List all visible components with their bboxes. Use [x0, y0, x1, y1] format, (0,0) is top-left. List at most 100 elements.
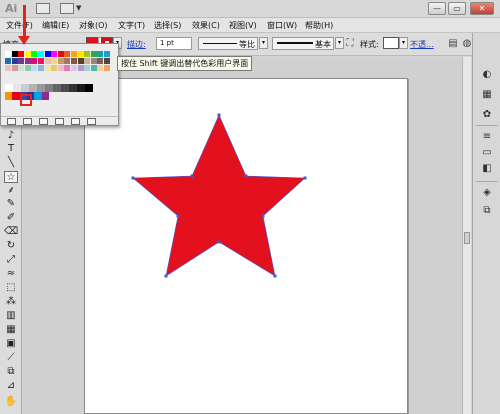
- menu-select[interactable]: 选择(S): [154, 20, 181, 31]
- gray-swatch[interactable]: [53, 84, 61, 92]
- swatch-cell[interactable]: [97, 51, 104, 57]
- brush-dropdown-icon[interactable]: ▾: [335, 37, 344, 49]
- swatch-cell[interactable]: [104, 58, 110, 64]
- swatch-cell[interactable]: [77, 58, 84, 64]
- swatch-cell[interactable]: [5, 65, 11, 71]
- warp-icon[interactable]: ≈: [4, 268, 18, 280]
- swatch-cell[interactable]: [51, 65, 58, 71]
- group-swatch[interactable]: [34, 92, 42, 100]
- swatch-cell[interactable]: [71, 65, 77, 71]
- swatch-cell[interactable]: [18, 51, 25, 57]
- anchor-point[interactable]: [190, 174, 194, 178]
- slice-icon[interactable]: ⊿: [4, 380, 18, 392]
- swatch-cell[interactable]: [11, 51, 18, 57]
- arrange-documents-icon[interactable]: [60, 3, 74, 14]
- profile-dropdown-icon[interactable]: ▾: [259, 37, 268, 49]
- swatch-panel-icon[interactable]: ▦: [481, 89, 493, 101]
- swatch-cell[interactable]: [84, 51, 91, 57]
- menu-object[interactable]: 对象(O): [79, 20, 108, 31]
- graph-icon[interactable]: ▥: [4, 310, 18, 322]
- gray-swatch[interactable]: [45, 84, 53, 92]
- gray-swatch[interactable]: [13, 84, 21, 92]
- symbol-sprayer-icon[interactable]: ⁂: [4, 296, 18, 308]
- swatch-cell[interactable]: [44, 51, 51, 57]
- appearance-panel-icon[interactable]: ◧: [481, 163, 493, 175]
- stroke-panel-icon[interactable]: ≡: [481, 131, 493, 143]
- star-icon[interactable]: ☆: [4, 171, 18, 183]
- swatch-cell[interactable]: [57, 65, 64, 71]
- swatch-libraries-icon[interactable]: [7, 118, 16, 125]
- stroke-weight-field[interactable]: 1 pt: [156, 37, 192, 50]
- swatch-cell[interactable]: [90, 58, 97, 64]
- brush-icon[interactable]: ⸙: [4, 185, 18, 197]
- direct-select-icon[interactable]: ♪: [4, 130, 18, 142]
- swatch-cell[interactable]: [97, 58, 104, 64]
- menu-window[interactable]: 窗口(W): [267, 20, 297, 31]
- swatch-options-icon[interactable]: [39, 118, 48, 125]
- mesh-icon[interactable]: ▦: [4, 324, 18, 336]
- artboard[interactable]: [84, 78, 408, 414]
- anchor-point[interactable]: [217, 113, 221, 117]
- document-setup-icon[interactable]: ▤: [447, 38, 459, 50]
- gray-swatch-row[interactable]: [5, 84, 93, 92]
- menu-effect[interactable]: 效果(C): [192, 20, 220, 31]
- opacity-link[interactable]: 不透...: [410, 39, 434, 50]
- swatch-cell[interactable]: [104, 65, 110, 71]
- swatch-cell[interactable]: [38, 65, 44, 71]
- gradient-panel-icon[interactable]: ▭: [481, 147, 493, 159]
- graphic-style-swatch[interactable]: [383, 37, 399, 49]
- anchor-point[interactable]: [164, 274, 168, 278]
- brush-definition[interactable]: 基本: [272, 37, 334, 50]
- swatch-cell[interactable]: [64, 51, 71, 57]
- group-swatch[interactable]: [12, 92, 20, 100]
- swatch-cell[interactable]: [104, 51, 110, 57]
- swatch-cell[interactable]: [31, 51, 38, 57]
- new-swatch-icon[interactable]: [71, 118, 80, 125]
- stroke-panel-link[interactable]: 描边:: [127, 39, 146, 50]
- gray-swatch[interactable]: [77, 84, 85, 92]
- swatch-cell[interactable]: [31, 65, 38, 71]
- menu-view[interactable]: 视图(V): [229, 20, 257, 31]
- pencil-icon[interactable]: ✎: [4, 198, 18, 210]
- swatch-cell[interactable]: [51, 58, 58, 64]
- swatch-cell[interactable]: [84, 65, 91, 71]
- free-transform-icon[interactable]: ⬚: [4, 282, 18, 294]
- swatch-cell[interactable]: [77, 65, 84, 71]
- swatch-cell[interactable]: [31, 58, 38, 64]
- swatch-cell[interactable]: [24, 65, 31, 71]
- menu-help[interactable]: 帮助(H): [305, 20, 333, 31]
- hand-icon[interactable]: ✋: [4, 396, 18, 408]
- gray-swatch[interactable]: [29, 84, 37, 92]
- line-icon[interactable]: ╲: [4, 157, 18, 169]
- swatch-cell[interactable]: [84, 58, 91, 64]
- color-panel-icon[interactable]: ◐: [481, 69, 493, 81]
- scale-icon[interactable]: ⤢: [4, 254, 18, 266]
- vertical-scrollbar[interactable]: [462, 57, 471, 414]
- swatch-cell[interactable]: [44, 65, 51, 71]
- type-icon[interactable]: T: [4, 143, 18, 155]
- eyedropper-icon[interactable]: ⟋: [4, 352, 18, 364]
- swatch-cell[interactable]: [5, 51, 11, 57]
- brush-panel-icon[interactable]: ✿: [481, 109, 493, 121]
- swatch-cell[interactable]: [90, 51, 97, 57]
- anchor-point[interactable]: [273, 274, 277, 278]
- swatch-cell[interactable]: [38, 51, 44, 57]
- eraser-icon[interactable]: ⌫: [4, 226, 18, 238]
- new-color-group-icon[interactable]: [55, 118, 64, 125]
- swatch-cell[interactable]: [38, 58, 44, 64]
- show-kinds-icon[interactable]: [23, 118, 32, 125]
- swatch-cell[interactable]: [18, 58, 25, 64]
- blend-icon[interactable]: ⧉: [4, 366, 18, 378]
- swatch-cell[interactable]: [77, 51, 84, 57]
- gray-swatch[interactable]: [37, 84, 45, 92]
- gray-swatch[interactable]: [69, 84, 77, 92]
- star-shape-svg[interactable]: [85, 79, 409, 414]
- anchor-point[interactable]: [261, 214, 265, 218]
- swatch-cell[interactable]: [24, 51, 31, 57]
- swatch-cell[interactable]: [57, 51, 64, 57]
- group-swatch[interactable]: [5, 92, 13, 100]
- anchor-point[interactable]: [176, 214, 180, 218]
- swatch-cell[interactable]: [97, 65, 104, 71]
- anchor-point[interactable]: [244, 174, 248, 178]
- swatch-cell[interactable]: [64, 58, 71, 64]
